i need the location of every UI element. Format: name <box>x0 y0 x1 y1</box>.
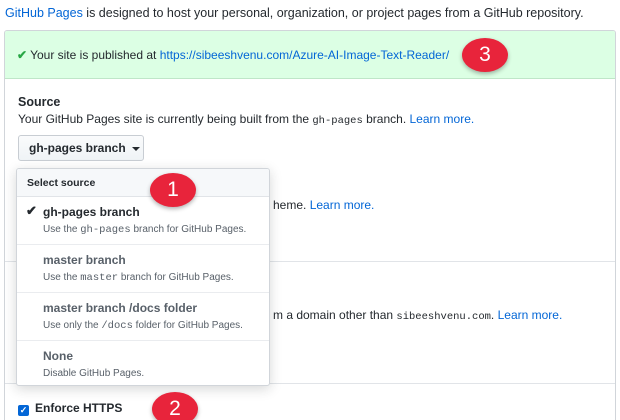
domain-text-after: . <box>490 308 498 322</box>
menu-item-title: master branch <box>43 253 126 267</box>
menu-item-desc: Use the gh-pages branch for GitHub Pages… <box>43 224 269 236</box>
theme-text: heme. <box>273 198 310 212</box>
source-desc-code: gh-pages <box>312 115 363 127</box>
source-learn-more-link[interactable]: Learn more. <box>410 112 475 126</box>
domain-text-before: m a domain other than <box>273 308 397 322</box>
desc-code: gh-pages <box>80 224 131 236</box>
intro-text: GitHub Pages is designed to host your pe… <box>5 6 584 20</box>
menu-item-master-docs[interactable]: master branch /docs folder Use only the … <box>17 293 269 341</box>
custom-domain-description: m a domain other than sibeeshvenu.com. L… <box>273 308 562 323</box>
domain-learn-more-link[interactable]: Learn more. <box>498 308 563 322</box>
enforce-https-label: Enforce HTTPS <box>35 401 123 415</box>
menu-item-desc: Use only the /docs folder for GitHub Pag… <box>43 320 269 332</box>
intro-description: is designed to host your personal, organ… <box>82 6 584 20</box>
callout-badge-2: 2 <box>152 392 198 420</box>
source-desc-before: Your GitHub Pages site is currently bein… <box>18 112 313 126</box>
published-message: ✔ Your site is published at https://sibee… <box>17 48 449 62</box>
enforce-https-checkbox[interactable]: ✓ <box>18 405 29 416</box>
domain-code: sibeeshvenu.com <box>396 311 491 323</box>
menu-item-gh-pages[interactable]: ✔ gh-pages branch Use the gh-pages branc… <box>17 197 269 245</box>
check-icon: ✔ <box>26 203 37 218</box>
desc-after: branch for GitHub Pages. <box>118 272 234 283</box>
source-branch-button[interactable]: gh-pages branch <box>18 135 144 161</box>
theme-description: heme. Learn more. <box>273 198 374 212</box>
caret-down-icon <box>131 146 140 151</box>
check-icon: ✔ <box>17 48 28 62</box>
menu-item-title: gh-pages branch <box>43 205 140 219</box>
desc-before: Use the <box>43 272 81 283</box>
published-prefix: Your site is published at <box>30 48 160 62</box>
published-flash: ✔ Your site is published at https://sibee… <box>5 31 615 79</box>
menu-item-title: master branch /docs folder <box>43 301 198 315</box>
enforce-https-row[interactable]: ✓ Enforce HTTPS <box>18 401 122 416</box>
source-branch-button-label: gh-pages branch <box>29 141 126 155</box>
desc-after: folder for GitHub Pages. <box>132 320 243 331</box>
published-url-link[interactable]: https://sibeeshvenu.com/Azure-AI-Image-T… <box>160 48 449 62</box>
theme-learn-more-link[interactable]: Learn more. <box>310 198 375 212</box>
github-pages-link[interactable]: GitHub Pages <box>5 6 83 20</box>
desc-code: /docs <box>101 320 133 332</box>
menu-item-master[interactable]: master branch Use the master branch for … <box>17 245 269 293</box>
desc-code: master <box>80 272 119 284</box>
desc-before: Use only the <box>43 320 102 331</box>
source-desc-after: branch. <box>362 112 410 126</box>
select-source-menu: Select source ✔ gh-pages branch Use the … <box>16 168 270 386</box>
menu-item-desc: Disable GitHub Pages. <box>43 368 145 379</box>
menu-item-title: None <box>43 349 73 363</box>
source-title: Source <box>18 95 61 109</box>
desc-before: Use the <box>43 224 81 235</box>
menu-header: Select source <box>17 169 269 197</box>
menu-item-desc: Use the master branch for GitHub Pages. <box>43 272 269 284</box>
desc-after: branch for GitHub Pages. <box>130 224 247 235</box>
menu-item-none[interactable]: None Disable GitHub Pages. <box>17 341 269 385</box>
source-description: Your GitHub Pages site is currently bein… <box>18 112 474 127</box>
callout-badge-1: 1 <box>150 173 196 207</box>
callout-badge-3: 3 <box>462 38 508 72</box>
